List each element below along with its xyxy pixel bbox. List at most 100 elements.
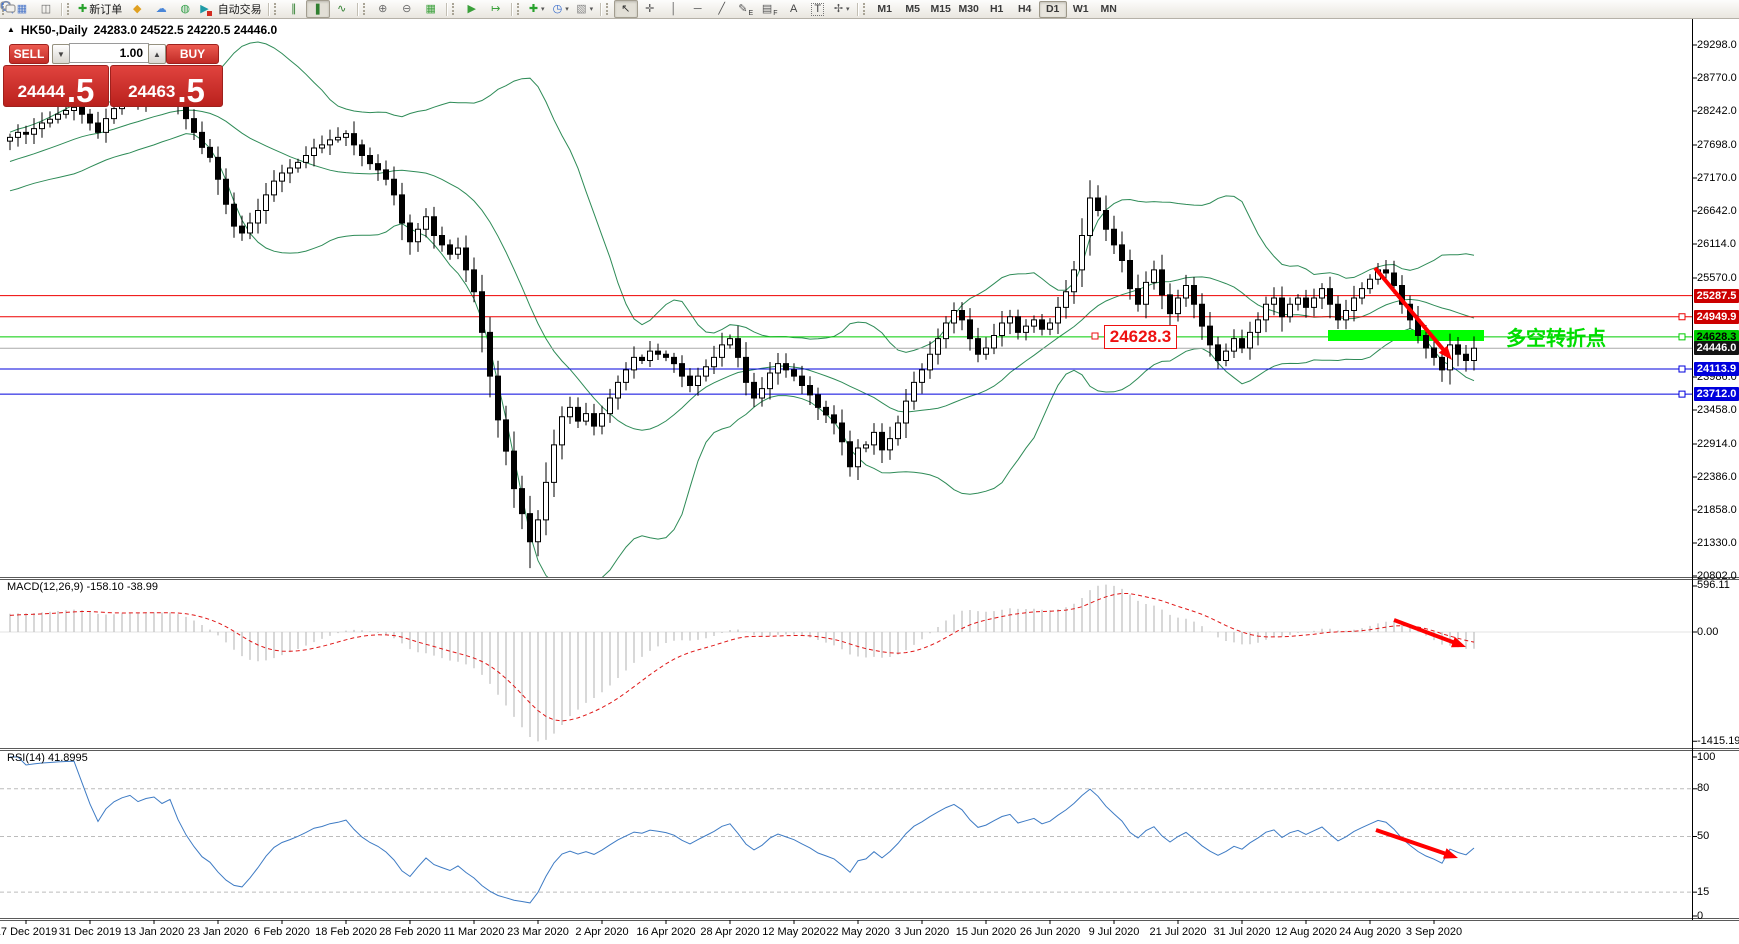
data-window-button[interactable]: ◫ (34, 0, 58, 18)
templates-button[interactable]: ▧ ▾ (573, 0, 597, 18)
sell-button[interactable]: SELL (9, 44, 49, 64)
volume-increase-button[interactable]: ▲ (148, 44, 166, 64)
date-axis-label: 2 Apr 2020 (575, 926, 629, 938)
data-window-icon: ◫ (40, 2, 52, 15)
timeframe-m30-button[interactable]: M30 (955, 1, 983, 18)
timeframe-m15-button[interactable]: M15 (927, 1, 955, 18)
line-chart-button[interactable]: ∿ (330, 0, 354, 18)
date-axis-label: 17 Dec 2019 (0, 926, 58, 938)
line-endpoint-handle[interactable] (1678, 333, 1686, 341)
date-axis-label: 24 Aug 2020 (1339, 926, 1401, 938)
bar-chart-button[interactable]: ∥ (282, 0, 306, 18)
arrows-button[interactable]: ✢ ▾ (830, 0, 854, 18)
toolbar-separator (599, 2, 601, 16)
turning-point-annotation[interactable]: 多空转折点 (1506, 322, 1606, 351)
date-axis-label: 12 Aug 2020 (1275, 926, 1337, 938)
buy-button[interactable]: BUY (166, 44, 219, 64)
sell-price-box[interactable]: 24444 .5 (3, 65, 109, 107)
sell-price-main: 24444 (17, 82, 65, 101)
price-axis-label: 28770.0 (1697, 71, 1737, 84)
periods-icon: ◷ (552, 2, 563, 15)
candlestick-chart-button[interactable]: ❚ (305, 0, 330, 18)
callout-anchor-handle[interactable] (1091, 332, 1099, 340)
crosshair-button[interactable]: ✛ (638, 0, 662, 18)
autotrade-button-label: 自动交易 (217, 4, 262, 16)
periods-button[interactable]: ◷ ▾ (549, 0, 573, 18)
date-axis-label: 12 May 2020 (762, 926, 826, 938)
charts-list-icon: ▦ (16, 2, 28, 15)
signals-button[interactable]: ◍ (173, 0, 197, 18)
marketplace-button[interactable]: ◆ (125, 0, 149, 18)
timeframe-d1-button[interactable]: D1 (1038, 0, 1067, 18)
autotrade-stop-badge (206, 10, 212, 16)
cloud-publish-icon: ☁ (155, 2, 167, 15)
new-order-button-label: 新订单 (89, 4, 123, 16)
volume-decrease-button[interactable]: ▼ (52, 44, 70, 64)
toolbar-separator (445, 2, 447, 16)
rsi-down-arrow[interactable] (1375, 828, 1458, 859)
fibo-retracement-button[interactable]: ✎ E (734, 0, 758, 18)
horizontal-line-icon: ─ (693, 2, 702, 15)
text-label-button[interactable]: T (806, 0, 830, 18)
panel-separator[interactable] (0, 918, 1739, 921)
line-endpoint-handle[interactable] (1678, 390, 1686, 398)
toolbar-separator (61, 2, 62, 16)
buy-price-box[interactable]: 24463 .5 (110, 65, 223, 107)
macd-down-arrow[interactable] (1393, 618, 1466, 648)
trendline-button[interactable]: ╱ (710, 0, 734, 18)
price-axis-label: 28242.0 (1697, 104, 1737, 117)
zoom-in-button[interactable]: ⊕ (371, 0, 395, 18)
price-axis-label: 26114.0 (1697, 237, 1736, 250)
vertical-line-button[interactable]: │ (662, 0, 686, 18)
line-endpoint-handle[interactable] (1678, 365, 1686, 373)
cursor-button[interactable]: ↖ (613, 0, 638, 18)
date-axis-label: 26 Jun 2020 (1019, 926, 1081, 938)
macd-indicator-label: MACD(12,26,9) -158.10 -38.99 (7, 581, 159, 593)
price-down-arrow[interactable] (1373, 266, 1452, 360)
rsi-indicator-label: RSI(14) 41.8995 (7, 752, 88, 764)
volume-input[interactable] (69, 43, 149, 63)
price-tag: 25287.5 (1694, 288, 1739, 303)
turning-point-highlight-band[interactable] (1328, 330, 1484, 341)
chart-shift-button[interactable]: ↦ (484, 0, 508, 18)
text-icon: A (790, 2, 798, 15)
auto-scroll-button[interactable]: ▶ (460, 0, 484, 18)
dropdown-caret-icon: ▾ (589, 6, 594, 13)
panel-separator[interactable] (0, 748, 1739, 751)
toolbar-drag-handle (451, 3, 457, 15)
text-button[interactable]: A (782, 0, 806, 18)
price-tag: 23712.0 (1694, 387, 1739, 402)
zoom-out-button[interactable]: ⊖ (395, 0, 419, 18)
timeframe-h1-button[interactable]: H1 (983, 1, 1011, 18)
tile-windows-button[interactable]: ▦ (419, 0, 443, 18)
icon-sub-letter: F (773, 10, 778, 17)
line-chart-icon: ∿ (337, 2, 347, 15)
candlestick-series (7, 80, 1477, 569)
cloud-publish-button[interactable]: ☁ (149, 0, 173, 18)
autotrade-button[interactable]: ▶ 自动交易 (197, 0, 264, 18)
dropdown-caret-icon: ▾ (846, 6, 850, 13)
timeframe-m1-button[interactable]: M1 (871, 1, 899, 18)
line-endpoint-handle[interactable] (1678, 313, 1686, 321)
fibo-channel-button[interactable]: ▤ F (758, 0, 782, 18)
price-chart-canvas[interactable] (0, 0, 1739, 944)
macd-axis-label: 596.11 (1697, 579, 1730, 592)
new-order-button[interactable]: ✚ 新订单 (75, 0, 125, 18)
toolbar-drag-handle (67, 3, 72, 15)
date-axis-label: 18 Feb 2020 (315, 926, 377, 938)
price-callout-label[interactable]: 24628.3 (1104, 325, 1177, 349)
rsi-axis-label: 80 (1697, 782, 1710, 795)
collapse-panel-icon[interactable]: ▲ (7, 26, 15, 34)
timeframe-mn-button[interactable]: MN (1095, 1, 1123, 18)
toolbar-drag-handle (516, 3, 522, 15)
buy-price-main: 24463 (128, 82, 176, 101)
date-axis-label: 9 Jul 2020 (1088, 926, 1140, 938)
price-axis-label: 27170.0 (1697, 171, 1737, 184)
timeframe-h4-button[interactable]: H4 (1011, 1, 1039, 18)
trendline-icon: ╱ (718, 2, 725, 15)
timeframe-w1-button[interactable]: W1 (1067, 1, 1095, 18)
panel-separator[interactable] (0, 577, 1739, 580)
add-indicator-button[interactable]: ✚ ▾ (525, 0, 549, 18)
timeframe-m5-button[interactable]: M5 (899, 1, 927, 18)
horizontal-line-button[interactable]: ─ (686, 0, 710, 18)
